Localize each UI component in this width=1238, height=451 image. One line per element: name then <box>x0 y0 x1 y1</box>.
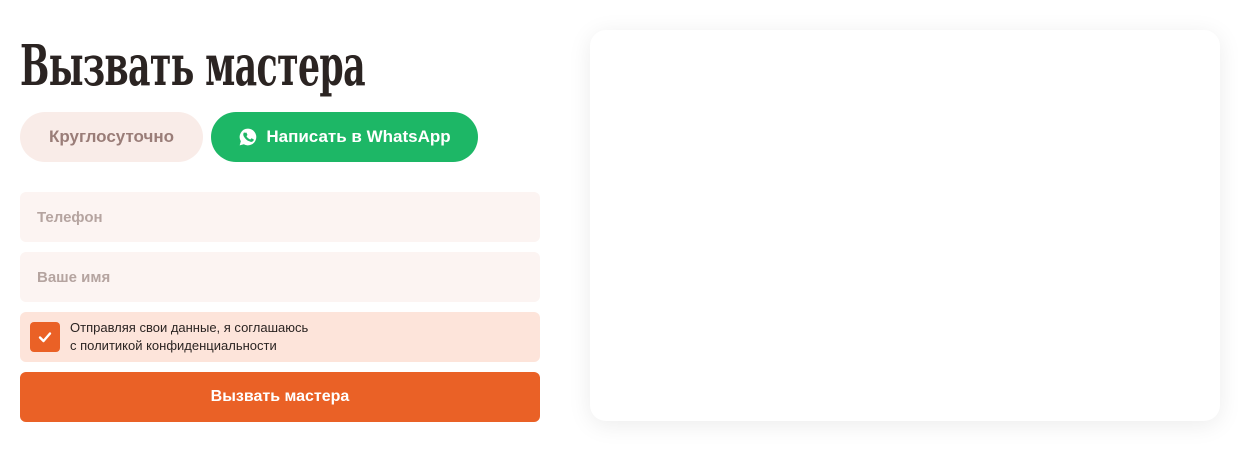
callback-form-column: Вызвать мастера Круглосуточно Написать в… <box>20 28 540 422</box>
consent-text-line-2: с политикой конфиденциальности <box>70 338 277 353</box>
whatsapp-button-label: Написать в WhatsApp <box>266 127 451 146</box>
consent-text: Отправляя свои данные, я соглашаюсь с по… <box>70 319 308 355</box>
submit-button-label: Вызвать мастера <box>210 388 350 405</box>
callback-section: Вызвать мастера Круглосуточно Написать в… <box>0 0 1238 451</box>
name-field[interactable] <box>20 252 540 302</box>
consent-row: Отправляя свои данные, я соглашаюсь с по… <box>20 312 540 362</box>
image-card <box>590 30 1220 421</box>
contact-pills: Круглосуточно Написать в WhatsApp <box>20 112 478 162</box>
consent-text-line-1: Отправляя свои данные, я соглашаюсь <box>70 320 309 335</box>
whatsapp-icon <box>240 128 257 146</box>
page-title: Вызвать мастера <box>20 33 366 99</box>
hours-badge-label: Круглосуточно <box>48 127 175 146</box>
hours-badge: Круглосуточно <box>20 112 203 162</box>
phone-input[interactable] <box>35 207 525 227</box>
consent-checkbox[interactable] <box>30 322 60 352</box>
whatsapp-button[interactable]: Написать в WhatsApp <box>211 112 478 162</box>
check-icon <box>38 332 52 343</box>
submit-button[interactable]: Вызвать мастера <box>20 372 540 422</box>
phone-field[interactable] <box>20 192 540 242</box>
name-input[interactable] <box>35 267 525 287</box>
